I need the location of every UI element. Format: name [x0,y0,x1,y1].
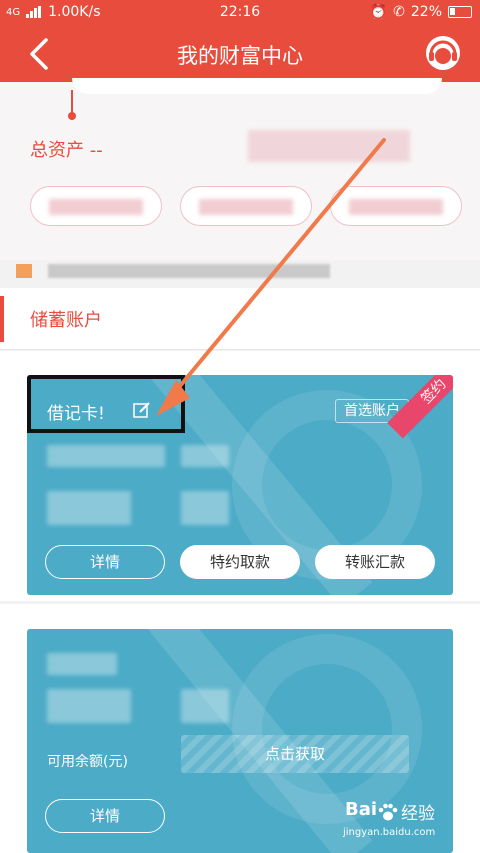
masked-extra [181,689,229,723]
page-title: 我的财富中心 [177,44,303,68]
section-header: 储蓄账户 [0,288,480,350]
customer-service-icon[interactable] [424,34,462,72]
annotation-box [27,375,185,433]
asset-overview: 总资产 -- [0,78,480,260]
masked-card-type [181,445,229,467]
status-bar: 4G 1.00K/s 22:16 ⏰ ✆ 22% [0,0,480,26]
special-withdraw-button[interactable]: 特约取款 [180,545,300,579]
detail-button[interactable]: 详情 [45,545,165,579]
call-icon: ✆ [393,4,405,20]
transfer-button[interactable]: 转账汇款 [315,545,435,579]
fetch-balance-button[interactable]: 点击获取 [181,735,409,773]
paw-icon [378,803,398,821]
debit-card[interactable]: 借记卡! 首选账户 签约 详情 特约取款 转账汇款 [27,375,453,595]
account-panel-2: 可用余额(元) 点击获取 详情 Bai 经验 jingyan.baidu.com [0,604,480,853]
battery-icon [448,6,472,18]
nav-bar: 我的财富中心 [0,26,480,82]
notice-ticker [0,262,330,278]
masked-card-name [47,653,117,675]
battery-percent: 22% [410,4,442,20]
masked-extra [181,491,229,525]
section-title: 储蓄账户 [30,310,102,331]
masked-balance [47,689,131,723]
masked-balance [47,491,131,525]
total-assets-label: 总资产 -- [30,140,103,161]
available-balance-label: 可用余额(元) [47,754,128,770]
asset-pill-3[interactable] [330,186,462,226]
savings-card[interactable]: 可用余额(元) 点击获取 详情 Bai 经验 jingyan.baidu.com [27,629,453,853]
notice-icon [16,264,32,278]
detail-button[interactable]: 详情 [45,799,165,833]
masked-value [248,130,410,162]
masked-card-number [47,445,165,467]
baidu-jingyan-watermark: Bai 经验 jingyan.baidu.com [343,799,436,838]
alarm-icon: ⏰ [369,4,388,20]
asset-pill-2[interactable] [180,186,312,226]
account-panel-1: 借记卡! 首选账户 签约 详情 特约取款 转账汇款 [0,351,480,601]
asset-pill-1[interactable] [30,186,162,226]
